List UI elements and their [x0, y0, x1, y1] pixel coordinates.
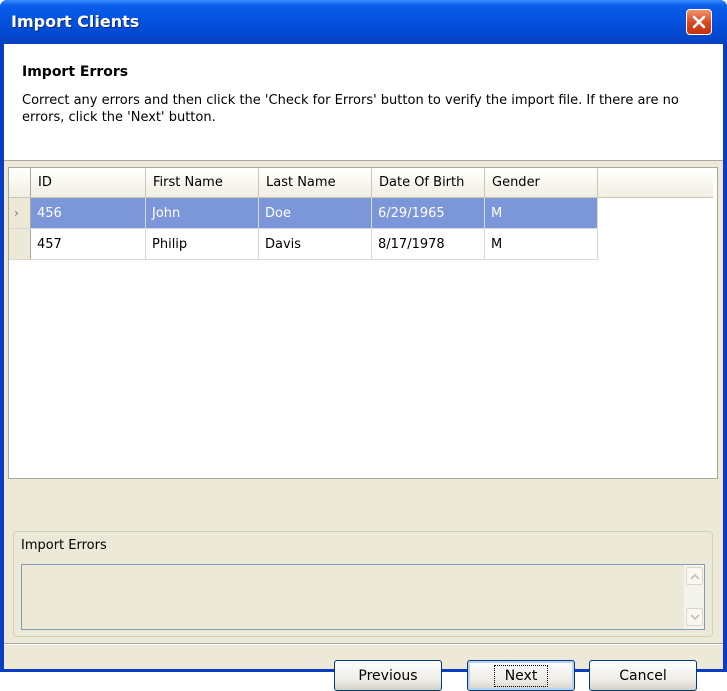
dialog-client-area: Import Errors Correct any errors and the…: [4, 44, 723, 691]
data-table: ID First Name Last Name Date Of Birth Ge…: [9, 168, 713, 260]
errors-scrollbar[interactable]: [684, 565, 704, 629]
next-button-label: Next: [493, 664, 549, 687]
table-row[interactable]: 457 Philip Davis 8/17/1978 M: [9, 228, 713, 260]
column-header-filler: [597, 168, 713, 198]
cell-date-of-birth[interactable]: 6/29/1965: [371, 197, 485, 229]
row-header[interactable]: ›: [9, 197, 31, 229]
import-grid[interactable]: ID First Name Last Name Date Of Birth Ge…: [8, 167, 718, 479]
import-errors-group: Import Errors: [13, 531, 713, 637]
cell-id[interactable]: 456: [30, 197, 146, 229]
close-button[interactable]: [686, 9, 712, 35]
cell-gender[interactable]: M: [484, 197, 598, 229]
column-header-last-name[interactable]: Last Name: [258, 168, 372, 198]
cancel-button[interactable]: Cancel: [589, 660, 697, 691]
cancel-button-label: Cancel: [619, 667, 667, 684]
column-header-first-name[interactable]: First Name: [145, 168, 259, 198]
row-header[interactable]: [9, 228, 31, 260]
window-title: Import Clients: [11, 12, 140, 31]
table-row[interactable]: › 456 John Doe 6/29/1965 M: [9, 197, 713, 229]
row-filler: [597, 228, 713, 260]
column-header-date-of-birth[interactable]: Date Of Birth: [371, 168, 485, 198]
cell-id[interactable]: 457: [30, 228, 146, 260]
import-errors-textbox[interactable]: [21, 564, 705, 630]
column-header-id[interactable]: ID: [30, 168, 146, 198]
import-clients-window: Import Clients Import Errors Correct any…: [0, 0, 727, 691]
chevron-down-icon: [690, 614, 700, 621]
close-icon: [692, 15, 706, 29]
row-filler: [597, 197, 713, 229]
cell-last-name[interactable]: Davis: [258, 228, 372, 260]
cell-date-of-birth[interactable]: 8/17/1978: [371, 228, 485, 260]
wizard-header: Import Errors Correct any errors and the…: [4, 44, 723, 161]
column-header-gender[interactable]: Gender: [484, 168, 598, 198]
cell-first-name[interactable]: Philip: [145, 228, 259, 260]
page-title: Import Errors: [22, 64, 129, 80]
scroll-up-button[interactable]: [686, 567, 703, 585]
wizard-body: ID First Name Last Name Date Of Birth Ge…: [4, 161, 723, 691]
chevron-up-icon: [690, 573, 700, 580]
header-row: ID First Name Last Name Date Of Birth Ge…: [9, 168, 713, 198]
cell-first-name[interactable]: John: [145, 197, 259, 229]
title-bar[interactable]: Import Clients: [0, 0, 727, 44]
corner-header[interactable]: [9, 168, 31, 198]
import-errors-label: Import Errors: [21, 538, 107, 553]
footer-divider: [4, 643, 723, 645]
next-button[interactable]: Next: [467, 660, 575, 691]
current-row-chevron-icon: ›: [14, 205, 19, 220]
previous-button-label: Previous: [358, 667, 418, 684]
page-description: Correct any errors and then click the 'C…: [22, 93, 679, 125]
scroll-down-button[interactable]: [686, 608, 703, 626]
cell-last-name[interactable]: Doe: [258, 197, 372, 229]
cell-gender[interactable]: M: [484, 228, 598, 260]
previous-button[interactable]: Previous: [334, 660, 442, 691]
